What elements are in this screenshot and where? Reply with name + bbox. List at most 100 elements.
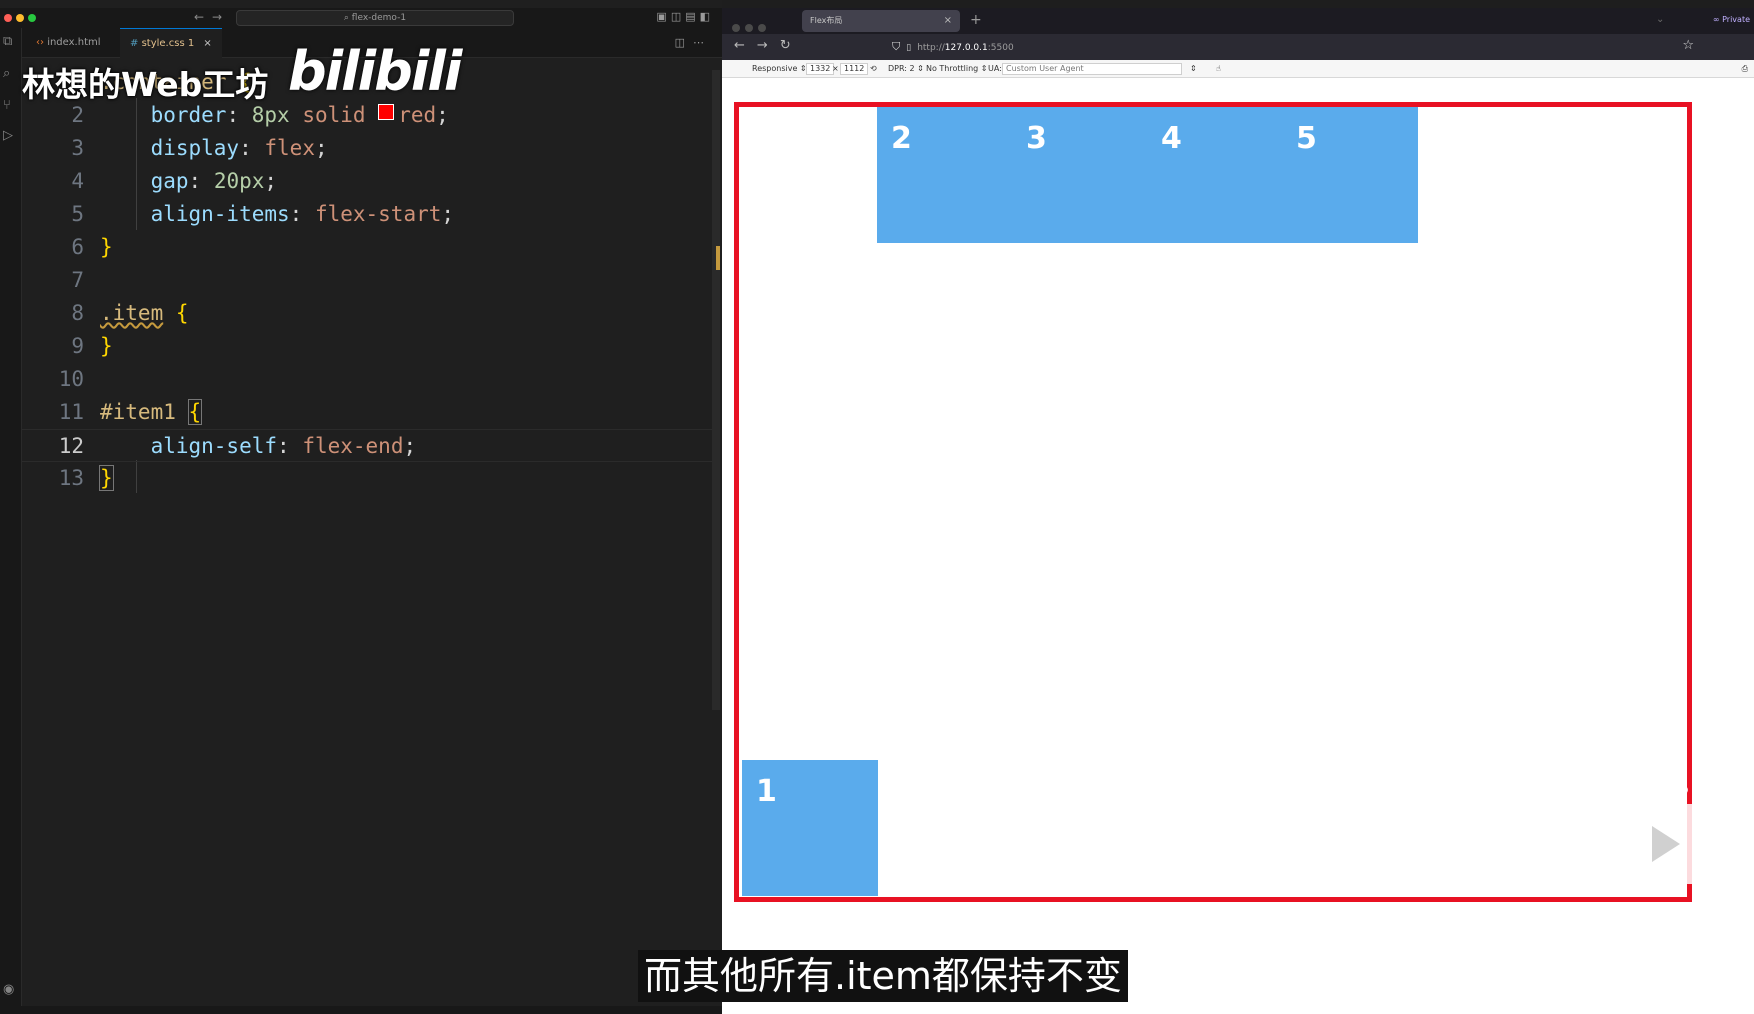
browser-nav-bar: ←→↻ ⛉ ▯ http://127.0.0.1:5500 ☆ bbox=[722, 34, 1754, 60]
minimize-window-dot[interactable] bbox=[16, 14, 24, 22]
code-line: 7 bbox=[22, 264, 712, 297]
viewport-width-input[interactable]: 1332 bbox=[806, 63, 835, 75]
line-number: 5 bbox=[71, 202, 84, 226]
chevron-down-icon[interactable]: ⌄ bbox=[1656, 14, 1664, 25]
code-editor[interactable]: 1 .container { 2 border: 8px solid red; 3… bbox=[22, 58, 722, 998]
code-line: 3 display: flex; bbox=[22, 132, 712, 165]
code-line: 9} bbox=[22, 330, 712, 363]
code-icon: ‹› bbox=[36, 37, 44, 48]
nav-arrows-icon[interactable]: ←→ bbox=[194, 10, 230, 24]
line-number: 10 bbox=[58, 367, 84, 391]
back-icon[interactable]: ← bbox=[734, 38, 757, 53]
line-number: 4 bbox=[71, 169, 84, 193]
code-line: 8 .item { bbox=[22, 297, 712, 330]
tab-label: style.css 1 bbox=[141, 38, 195, 49]
screen: ←→ ⌕ flex-demo-1 ▣◫▤◧ ⧉ ⌕ ⑂ ▷ ◉ ‹› index… bbox=[0, 0, 1754, 1014]
window-controls bbox=[732, 17, 772, 32]
line-number: 12 bbox=[58, 434, 84, 458]
new-tab-button[interactable]: + bbox=[970, 12, 982, 28]
code-line: 4 gap: 20px; bbox=[22, 165, 712, 198]
zoom-window-dot[interactable] bbox=[758, 24, 766, 32]
ua-label: UA: bbox=[988, 64, 1002, 73]
url-bar[interactable]: ⛉ ▯ http://127.0.0.1:5500 bbox=[892, 37, 1552, 57]
times-sign: × bbox=[832, 64, 839, 73]
nav-buttons: ←→↻ bbox=[734, 38, 803, 53]
hash-icon: # bbox=[130, 38, 139, 49]
code-line: 13} bbox=[22, 462, 712, 495]
zoom-window-dot[interactable] bbox=[28, 14, 36, 22]
run-debug-icon[interactable]: ▷ bbox=[3, 128, 13, 143]
rotate-icon[interactable]: ⟲ bbox=[870, 60, 877, 78]
source-control-icon[interactable]: ⑂ bbox=[3, 98, 11, 113]
url-scheme: http:// bbox=[917, 43, 945, 53]
throttling-selector[interactable]: No Throttling ⇕ bbox=[926, 60, 988, 78]
browser-tab-active[interactable]: Flex布局 × bbox=[802, 10, 960, 32]
private-label: Private bbox=[1722, 15, 1750, 24]
close-tab-icon[interactable]: × bbox=[944, 10, 952, 32]
bilibili-logo: bilibili bbox=[288, 40, 462, 103]
explorer-icon[interactable]: ⧉ bbox=[3, 34, 12, 49]
line-number: 13 bbox=[58, 466, 84, 490]
code-line: 10 bbox=[22, 363, 712, 396]
dpr-selector[interactable]: DPR: 2 ⇕ bbox=[888, 60, 924, 78]
tab-title: Flex布局 bbox=[810, 16, 843, 25]
viewport-height-input[interactable]: 1112 bbox=[840, 63, 869, 75]
search-icon: ⌕ bbox=[343, 13, 352, 23]
status-bar bbox=[0, 1006, 722, 1014]
activity-bar: ⧉ ⌕ ⑂ ▷ ◉ bbox=[0, 28, 22, 1014]
close-window-dot[interactable] bbox=[4, 14, 12, 22]
mask-icon: ∞ bbox=[1712, 15, 1723, 24]
forward-icon[interactable]: → bbox=[757, 38, 780, 53]
url-host: 127.0.0.1 bbox=[944, 43, 988, 53]
ua-dropdown-icon[interactable]: ⇕ bbox=[1190, 60, 1197, 78]
flex-item-5: 5 bbox=[1282, 107, 1418, 243]
vscode-window: ←→ ⌕ flex-demo-1 ▣◫▤◧ ⧉ ⌕ ⑂ ▷ ◉ ‹› index… bbox=[0, 0, 722, 1014]
line-number: 3 bbox=[71, 136, 84, 160]
url-port: :5500 bbox=[987, 43, 1014, 53]
account-icon[interactable]: ◉ bbox=[3, 982, 14, 997]
flex-item-4: 4 bbox=[1147, 107, 1283, 243]
line-number: 8 bbox=[71, 301, 84, 325]
flex-item-2: 2 bbox=[877, 107, 1013, 243]
bookmark-star-icon[interactable]: ☆ bbox=[1682, 38, 1694, 53]
flex-item-1: 1 bbox=[742, 760, 878, 896]
vscode-titlebar: ←→ ⌕ flex-demo-1 ▣◫▤◧ bbox=[0, 8, 722, 28]
shield-icon: ⛉ bbox=[892, 40, 901, 53]
device-selector[interactable]: Responsive ⇕ bbox=[752, 60, 807, 78]
tab-index-html[interactable]: ‹› index.html bbox=[26, 28, 111, 58]
bilibili-tv-icon bbox=[1610, 786, 1716, 884]
tab-style-css[interactable]: # style.css 1 × bbox=[120, 28, 222, 58]
responsive-design-toolbar: Responsive ⇕ 1332 × 1112 ⟲ DPR: 2 ⇕ No T… bbox=[722, 60, 1754, 78]
flex-container: 1 2 3 4 5 bbox=[734, 102, 1692, 902]
tab-label: index.html bbox=[47, 37, 101, 48]
editor-actions-icons[interactable]: ◫⋯ bbox=[675, 36, 712, 49]
editor-scrollbar[interactable] bbox=[712, 70, 720, 710]
browser-window: Flex布局 × + ⌄ ∞ Private ←→↻ ⛉ ▯ http://127.… bbox=[722, 8, 1754, 1014]
command-center-label: flex-demo-1 bbox=[351, 13, 407, 23]
close-tab-icon[interactable]: × bbox=[203, 38, 211, 49]
private-browsing-badge: ∞ Private bbox=[1713, 15, 1750, 24]
line-number: 6 bbox=[71, 235, 84, 259]
code-line: 11 #item1 { bbox=[22, 396, 712, 429]
search-icon[interactable]: ⌕ bbox=[3, 66, 10, 81]
color-swatch[interactable] bbox=[378, 104, 395, 120]
close-window-dot[interactable] bbox=[732, 24, 740, 32]
user-agent-input[interactable]: Custom User Agent bbox=[1002, 63, 1182, 75]
scrollbar-warning-marker bbox=[716, 246, 720, 270]
line-number: 9 bbox=[71, 334, 84, 358]
minimize-window-dot[interactable] bbox=[745, 24, 753, 32]
browser-tab-strip: Flex布局 × + ⌄ ∞ Private bbox=[722, 8, 1754, 34]
touch-simulation-icon[interactable]: ☝ bbox=[1216, 60, 1221, 78]
line-number: 7 bbox=[71, 268, 84, 292]
line-number: 11 bbox=[58, 400, 84, 424]
code-line: 6} bbox=[22, 231, 712, 264]
code-line: 5 align-items: flex-start; bbox=[22, 198, 712, 231]
video-subtitle: 而其他所有.item都保持不变 bbox=[638, 950, 1128, 1002]
screenshot-icon[interactable]: ⎙ bbox=[1742, 60, 1748, 78]
page-icon: ▯ bbox=[906, 43, 912, 53]
reload-icon[interactable]: ↻ bbox=[780, 38, 803, 53]
flex-item-3: 3 bbox=[1012, 107, 1148, 243]
code-line-current: 12 align-self: flex-end; bbox=[22, 429, 712, 462]
layout-toggle-icons[interactable]: ▣◫▤◧ bbox=[656, 10, 714, 23]
command-center-search[interactable]: ⌕ flex-demo-1 bbox=[236, 10, 514, 26]
